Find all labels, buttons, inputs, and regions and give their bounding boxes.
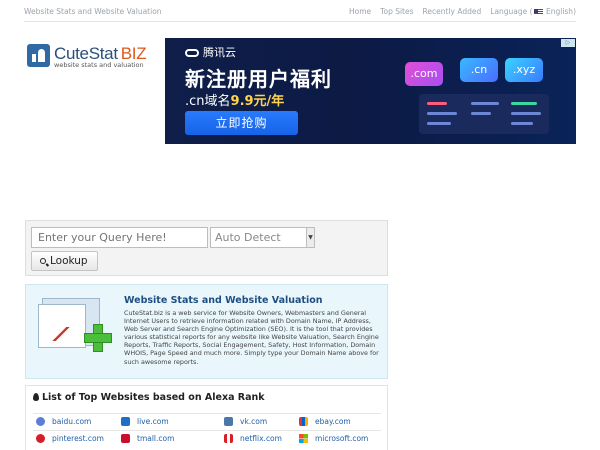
ad-sub-prefix: .cn域名 — [185, 94, 231, 109]
ad-headline: 新注册用户福利 — [185, 67, 332, 91]
ad-brand: 腾讯云 — [185, 44, 236, 60]
ad-tile-com: .com — [405, 62, 443, 86]
nav-recently-added-link[interactable]: Recently Added — [423, 7, 482, 16]
language-value: English) — [545, 7, 576, 16]
language-label: Language ( — [490, 7, 533, 16]
language-selector[interactable]: Language ( English) — [490, 7, 576, 16]
site-link-tmall[interactable]: tmall.com — [121, 434, 174, 443]
nav-top-sites-link[interactable]: Top Sites — [380, 7, 413, 16]
top-nav: Home Top Sites Recently Added Language (… — [349, 7, 576, 16]
us-flag-icon — [533, 9, 543, 15]
microsoft-icon — [299, 434, 308, 443]
query-input[interactable] — [31, 227, 208, 248]
search-icon — [40, 258, 46, 264]
lookup-button[interactable]: Lookup — [31, 251, 98, 271]
site-link-netflix[interactable]: netflix.com — [224, 434, 282, 443]
logo-chart-icon — [27, 44, 50, 67]
top-websites-heading: List of Top Websites based on Alexa Rank — [42, 392, 265, 403]
site-name: pinterest.com — [52, 434, 104, 443]
site-link-ebay[interactable]: ebay.com — [299, 417, 351, 426]
site-name: ebay.com — [315, 417, 351, 426]
table-row: pinterest.com tmall.com netflix.com micr… — [33, 430, 381, 447]
ad-subline: .cn域名9.9元/年 — [185, 90, 284, 109]
ad-choices-icon[interactable]: ▷ — [561, 39, 575, 47]
baidu-icon — [36, 417, 45, 426]
site-tagline: Website Stats and Website Valuation — [24, 7, 162, 16]
site-link-baidu[interactable]: baidu.com — [36, 417, 91, 426]
site-link-pinterest[interactable]: pinterest.com — [36, 434, 104, 443]
info-panel: Website Stats and Website Valuation Cute… — [25, 284, 388, 379]
site-link-microsoft[interactable]: microsoft.com — [299, 434, 368, 443]
site-name: live.com — [137, 417, 169, 426]
top-websites-list: baidu.com live.com vk.com ebay.com pinte… — [33, 413, 381, 447]
live-icon — [121, 417, 130, 426]
ad-tile-xyz: .xyz — [505, 58, 543, 82]
table-row: baidu.com live.com vk.com ebay.com — [33, 413, 381, 430]
pinterest-icon — [36, 434, 45, 443]
info-title: Website Stats and Website Valuation — [124, 295, 323, 306]
ad-cta-button[interactable]: 立即抢购 — [185, 111, 298, 135]
netflix-icon — [224, 434, 233, 443]
report-illustration-icon — [36, 294, 116, 354]
lookup-label: Lookup — [50, 255, 88, 267]
top-websites-panel: List of Top Websites based on Alexa Rank… — [25, 385, 388, 450]
site-name: tmall.com — [137, 434, 175, 443]
detect-type-select[interactable]: Auto Detect ▼ — [210, 227, 315, 248]
ad-brand-text: 腾讯云 — [203, 46, 236, 59]
site-name: microsoft.com — [315, 434, 369, 443]
site-logo[interactable]: CuteStat BIZ website stats and valuation — [27, 44, 157, 70]
ad-tile-cn: .cn — [460, 58, 498, 82]
dropdown-arrow-icon: ▼ — [306, 228, 314, 247]
add-plus-icon — [84, 324, 112, 352]
top-websites-title: List of Top Websites based on Alexa Rank — [33, 392, 265, 403]
site-name: vk.com — [240, 417, 268, 426]
ad-illustration: .com .cn .xyz — [405, 58, 555, 138]
tmall-icon — [121, 434, 130, 443]
logo-subtitle: website stats and valuation — [54, 61, 144, 69]
chart-document-graphic — [38, 304, 86, 348]
cloud-icon — [185, 49, 199, 57]
site-name: netflix.com — [240, 434, 282, 443]
vk-icon — [224, 417, 233, 426]
ad-dashboard-graphic — [419, 94, 549, 134]
info-description: CuteStat.biz is a web service for Websit… — [124, 309, 379, 366]
site-link-live[interactable]: live.com — [121, 417, 169, 426]
search-panel: Auto Detect ▼ Lookup — [25, 220, 388, 276]
nav-home-link[interactable]: Home — [349, 7, 371, 16]
ad-banner[interactable]: ▷ 腾讯云 新注册用户福利 .cn域名9.9元/年 立即抢购 .com .cn … — [165, 38, 576, 144]
fire-icon — [33, 393, 39, 401]
ad-price: 9.9元/年 — [230, 94, 285, 109]
top-bar: Website Stats and Website Valuation Home… — [24, 0, 576, 22]
ebay-icon — [299, 417, 308, 426]
detect-type-value: Auto Detect — [215, 231, 281, 244]
site-name: baidu.com — [52, 417, 92, 426]
site-link-vk[interactable]: vk.com — [224, 417, 267, 426]
